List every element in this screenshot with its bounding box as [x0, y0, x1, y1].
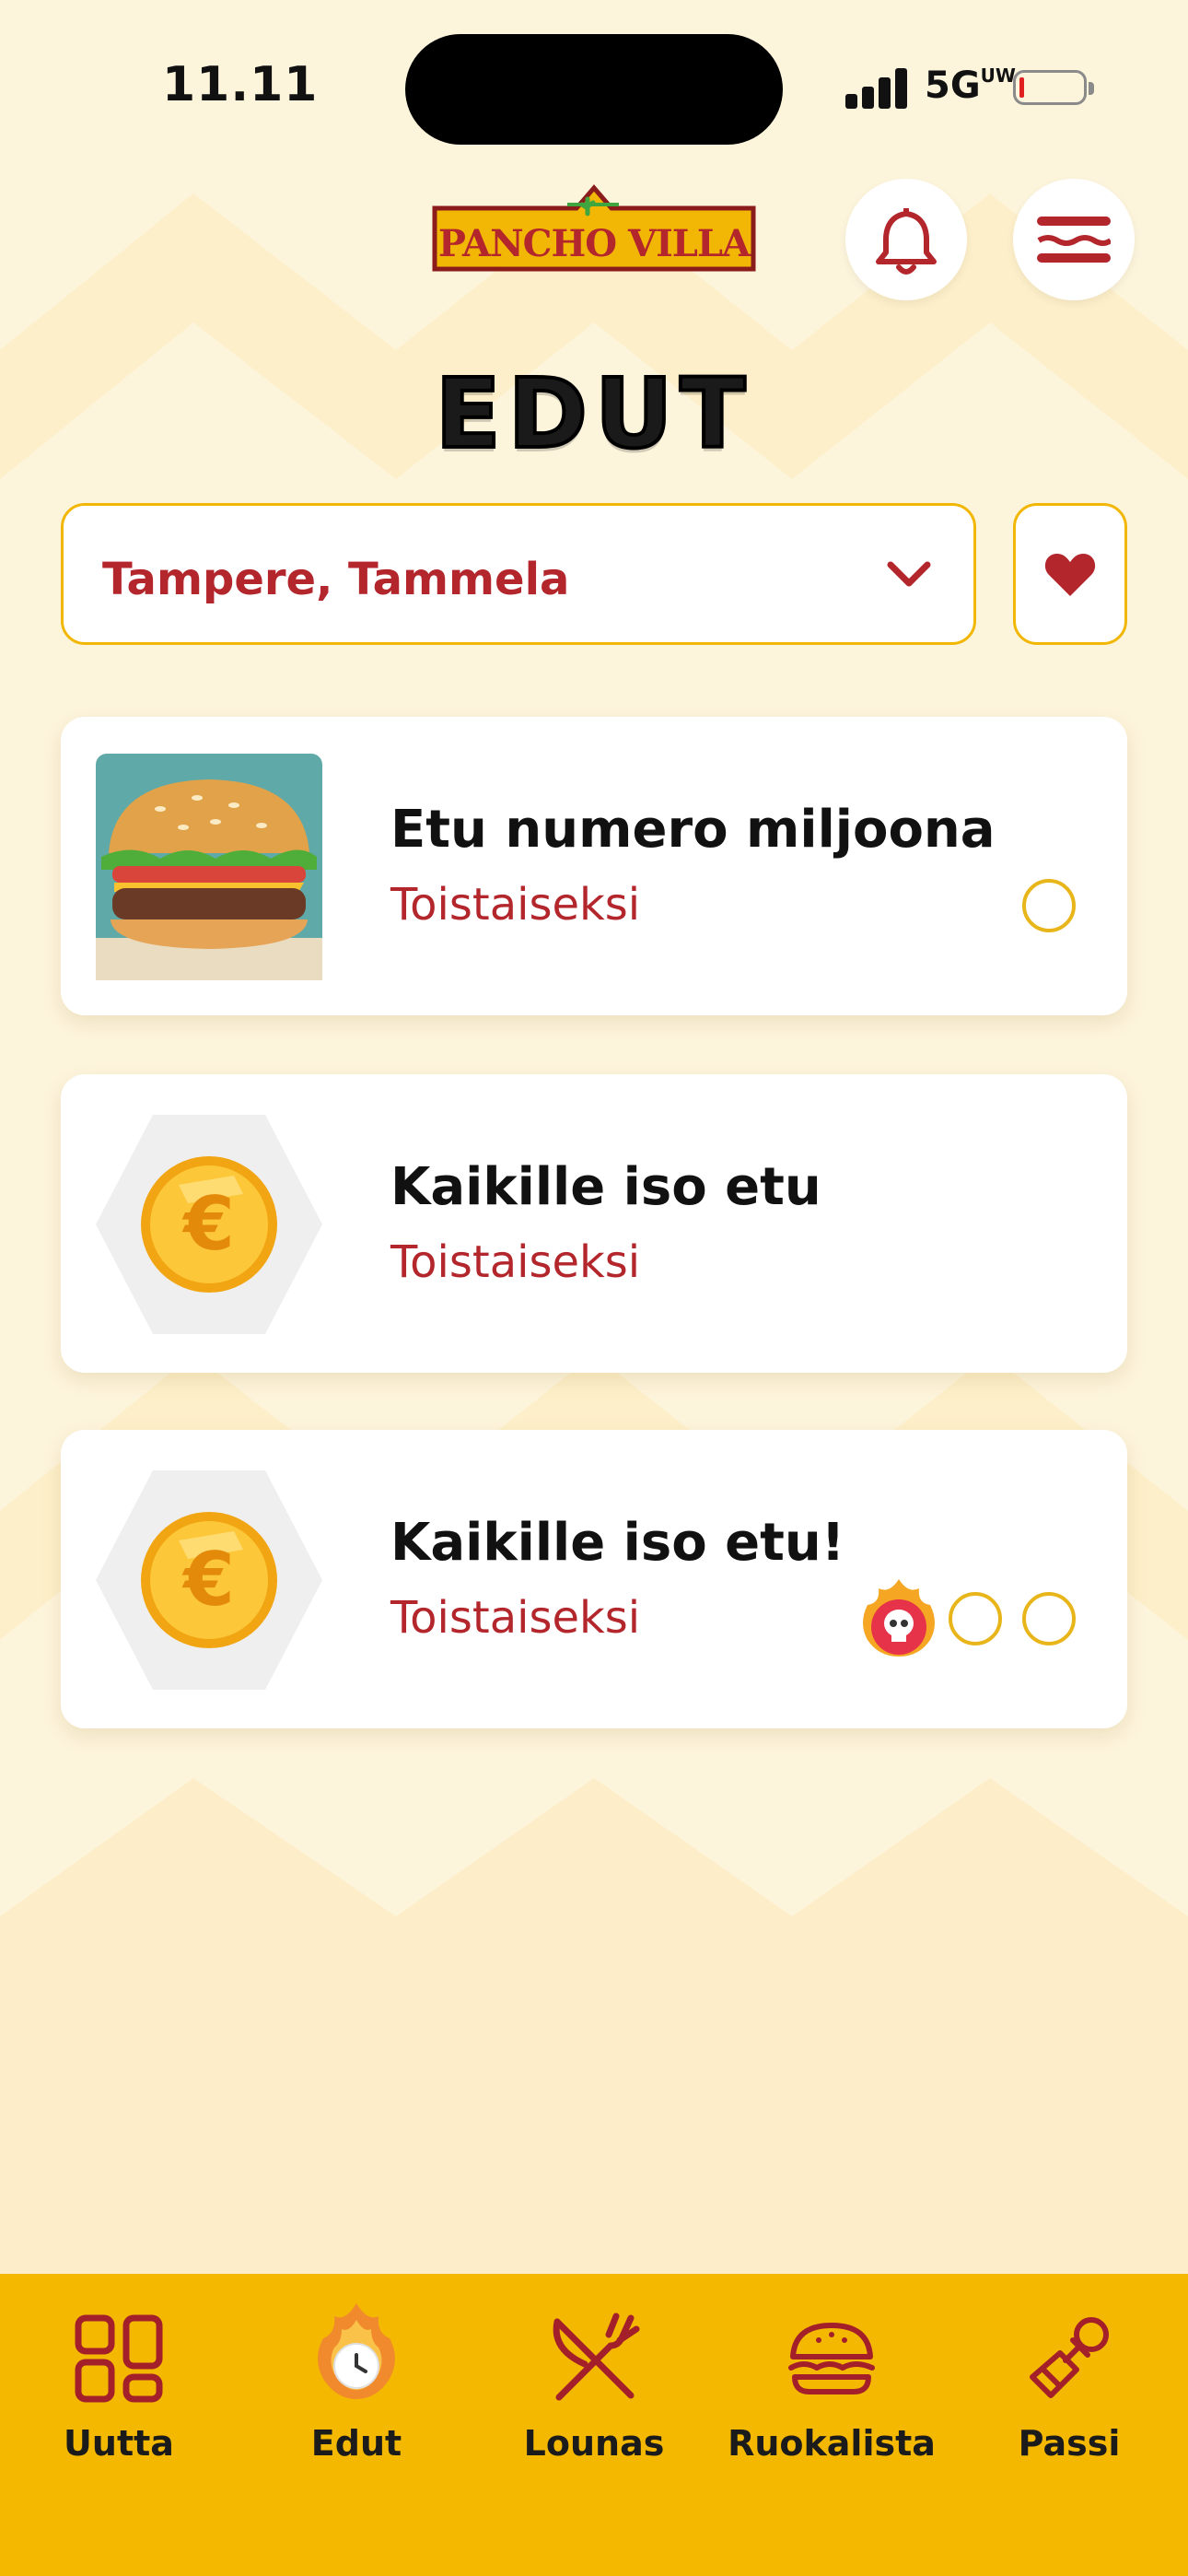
- location-value: Tampere, Tammela: [102, 554, 570, 605]
- bell-icon: [876, 207, 937, 275]
- nav-label: Ruokalista: [728, 2423, 936, 2464]
- svg-text:€: €: [181, 1181, 235, 1267]
- nav-label: Edut: [310, 2423, 402, 2464]
- offer-card[interactable]: € Kaikille iso etu Toistaiseksi: [61, 1074, 1127, 1373]
- flaming-skull-icon: [863, 1579, 935, 1657]
- battery-icon: [1013, 70, 1094, 105]
- offer-title: Kaikille iso etu: [390, 1157, 821, 1217]
- flaming-clock-icon: [318, 2303, 395, 2399]
- offer-card[interactable]: € Kaikille iso etu! Toistaiseksi: [61, 1430, 1127, 1728]
- dynamic-island: [405, 34, 783, 145]
- network-indicator: 5GUW: [925, 64, 1016, 107]
- nav-item-uutta[interactable]: Uutta: [0, 2274, 238, 2464]
- euro-coin-icon: €: [96, 1115, 322, 1334]
- stamp-icon: [1030, 2317, 1109, 2398]
- heart-icon: [1044, 554, 1096, 596]
- favorites-button[interactable]: [1013, 503, 1127, 645]
- offer-validity: Toistaiseksi: [390, 1592, 641, 1644]
- grid-icon: [75, 2314, 163, 2403]
- euro-coin-icon: €: [96, 1470, 322, 1690]
- nav-item-ruokalista[interactable]: Ruokalista: [713, 2274, 950, 2464]
- nav-item-passi[interactable]: Passi: [950, 2274, 1188, 2464]
- location-dropdown[interactable]: Tampere, Tammela: [61, 503, 976, 645]
- nav-item-lounas[interactable]: Lounas: [475, 2274, 713, 2464]
- logo-text: PANCHO VILLA: [438, 222, 751, 265]
- svg-text:€: €: [181, 1537, 235, 1622]
- nav-item-edut[interactable]: Edut: [238, 2274, 475, 2464]
- menu-button[interactable]: [1013, 179, 1135, 300]
- signal-icon: [845, 68, 908, 109]
- page-title: EDUT: [434, 356, 753, 472]
- chevron-down-icon: [887, 561, 931, 587]
- fork-knife-icon: [553, 2313, 640, 2401]
- offer-validity: Toistaiseksi: [390, 879, 641, 931]
- stamp-slot: [1022, 1592, 1076, 1645]
- offer-validity: Toistaiseksi: [390, 1236, 641, 1288]
- nav-label: Passi: [1018, 2423, 1121, 2464]
- status-time: 11.11: [162, 57, 319, 112]
- stamp-slot: [1022, 879, 1076, 932]
- notifications-button[interactable]: [845, 179, 967, 300]
- hamburger-menu-icon: [1037, 217, 1111, 263]
- pancho-villa-logo[interactable]: PANCHO VILLA: [429, 182, 759, 275]
- burger-icon: [788, 2323, 875, 2395]
- nav-label: Uutta: [64, 2423, 174, 2464]
- offer-title: Kaikille iso etu!: [390, 1513, 845, 1573]
- offer-title: Etu numero miljoona: [390, 800, 996, 860]
- offer-card[interactable]: Etu numero miljoona Toistaiseksi: [61, 717, 1127, 1015]
- burger-image: [96, 754, 322, 980]
- bottom-navigation: Uutta Edut Lounas Ruokalista Passi: [0, 2274, 1188, 2576]
- nav-label: Lounas: [523, 2423, 665, 2464]
- stamp-slot: [949, 1592, 1002, 1645]
